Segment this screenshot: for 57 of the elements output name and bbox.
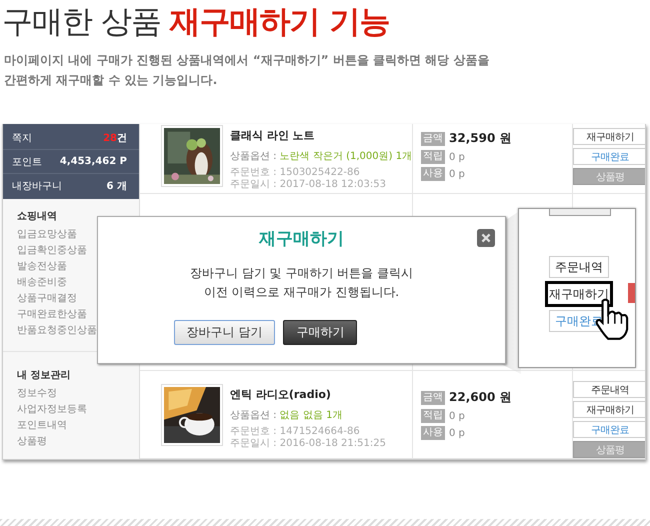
price-value: 32,590 원	[449, 130, 512, 147]
product-option: 상품옵션 : 노란색 작은거 (1,000원) 1개	[230, 149, 412, 163]
dialog-message: 장바구니 담기 및 구매하기 버튼을 클릭시	[190, 265, 414, 282]
stat-value: 28건	[103, 132, 127, 144]
order-button[interactable]: 주문내역	[573, 381, 645, 398]
price-value: 0 p	[449, 428, 465, 438]
order-date: 주문일시 : 2016-08-18 21:51:25	[230, 438, 386, 450]
zoomed-button[interactable]: 주문내역	[549, 256, 609, 278]
price-tag: 금액	[421, 132, 445, 146]
order-button[interactable]: 상품평	[573, 441, 645, 458]
menu-link[interactable]: 구매완료한상품	[17, 307, 87, 323]
menu-title: 쇼핑내역	[17, 210, 57, 223]
price-value: 22,600 원	[449, 389, 512, 406]
price-tag: 적립	[421, 409, 445, 423]
order-button[interactable]: 구매완료	[573, 421, 645, 438]
stat-value: 6 개	[106, 180, 127, 192]
menu-link[interactable]: 반품요청중인상품	[17, 323, 97, 339]
order-button[interactable]: 상품평	[573, 168, 645, 185]
zoomed-button[interactable]: 재구매하기	[545, 281, 613, 307]
stat-label: 포인트	[12, 156, 42, 168]
description-line: 마이페이지 내에 구매가 진행된 상품내역에서 “재구매하기” 버튼을 클릭하면 해당 상품을	[4, 52, 490, 69]
stat-label: 내장바구니	[12, 180, 62, 192]
menu-link[interactable]: 사업자정보등록	[17, 402, 87, 418]
menu-link[interactable]: 포인트내역	[17, 418, 67, 434]
dialog-button[interactable]: 장바구니 담기	[174, 320, 276, 345]
order-button[interactable]: 재구매하기	[573, 128, 645, 145]
order-date: 주문일시 : 2017-08-18 12:03:53	[230, 179, 386, 191]
order-button[interactable]: 재구매하기	[573, 401, 645, 418]
menu-link[interactable]: 발송전상품	[17, 259, 67, 275]
price-value: 0 p	[449, 410, 465, 422]
order-button[interactable]: 구매완료	[573, 148, 645, 165]
price-tag: 사용	[421, 167, 445, 181]
product-title[interactable]: 클래식 라인 노트	[230, 128, 315, 143]
order-number: 주문번호 : 1471524664-86	[230, 426, 360, 438]
menu-link[interactable]: 입금확인중상품	[17, 243, 87, 259]
product-option: 상품옵션 : 없음 없음 1개	[230, 408, 342, 422]
price-tag: 사용	[421, 426, 445, 440]
order-number: 주문번호 : 1503025422-86	[230, 167, 360, 179]
menu-link[interactable]: 배송준비중	[17, 275, 67, 291]
dialog-title: 재구매하기	[259, 228, 344, 250]
menu-link[interactable]: 상품구매결정	[17, 291, 77, 307]
price-tag: 금액	[421, 390, 445, 404]
dialog-message: 이전 이력으로 재구매가 진행됩니다.	[204, 284, 400, 301]
product-title[interactable]: 엔틱 라디오(radio)	[230, 387, 331, 402]
menu-link[interactable]: 입금요망상품	[17, 227, 77, 243]
stat-label: 쪽지	[12, 132, 32, 144]
menu-link[interactable]: 상품평	[17, 434, 47, 450]
stat-value: 4,453,462 P	[60, 156, 127, 167]
menu-link[interactable]: 정보수정	[17, 386, 57, 402]
dialog-button[interactable]: 구매하기	[283, 320, 358, 345]
price-value: 0 p	[449, 152, 465, 162]
menu-title: 내 정보관리	[17, 369, 70, 382]
close-icon[interactable]	[477, 229, 495, 247]
page-heading: 구매한 상품 재구매하기 기능	[1, 3, 390, 40]
price-value: 0 p	[449, 168, 465, 180]
price-tag: 적립	[421, 150, 445, 164]
description-line: 간편하게 재구매할 수 있는 기능입니다.	[4, 72, 218, 89]
